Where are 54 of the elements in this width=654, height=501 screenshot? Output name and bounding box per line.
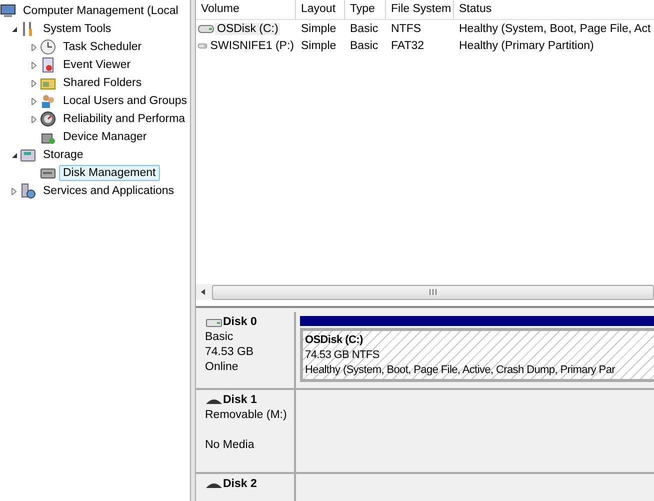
tree-item[interactable]: Shared Folders bbox=[59, 75, 146, 91]
tree-item[interactable]: Event Viewer bbox=[59, 57, 135, 73]
partition-status: Healthy (System, Boot, Page File, Active, Crash Dump, Primary Par bbox=[305, 363, 616, 378]
tree-item[interactable]: Local Users and Groups bbox=[59, 93, 190, 109]
table-cell: Basic bbox=[350, 22, 378, 34]
expanded-arrow-icon[interactable] bbox=[10, 152, 18, 158]
disk-type: Basic bbox=[205, 330, 234, 345]
collapsed-arrow-icon[interactable] bbox=[10, 188, 18, 194]
tree-item[interactable]: Computer Management (Local bbox=[19, 3, 182, 19]
collapsed-arrow-icon[interactable] bbox=[30, 98, 38, 104]
tree-item[interactable]: System Tools bbox=[39, 21, 116, 37]
disk-status: No Media bbox=[205, 438, 256, 453]
disk-name: Disk 1 bbox=[223, 393, 257, 408]
volume-icon bbox=[198, 40, 208, 50]
tree-item[interactable]: Task Scheduler bbox=[59, 39, 146, 55]
disk-name: Disk 2 bbox=[223, 477, 257, 492]
partition-name: OSDisk (C:) bbox=[305, 333, 364, 348]
table-cell: NTFS bbox=[391, 22, 422, 34]
table-cell[interactable]: SWISNIFE1 (P:) bbox=[208, 40, 296, 52]
table-cell: Simple bbox=[301, 40, 336, 52]
collapsed-arrow-icon[interactable] bbox=[30, 116, 38, 122]
table-cell: Healthy (System, Boot, Page File, Act bbox=[459, 22, 651, 34]
column-header[interactable]: Status bbox=[454, 0, 654, 19]
tree-item[interactable]: Services and Applications bbox=[39, 183, 178, 199]
table-cell[interactable]: OSDisk (C:) bbox=[215, 22, 280, 34]
tree-item[interactable]: Disk Management bbox=[59, 165, 160, 181]
table-cell: FAT32 bbox=[391, 40, 424, 52]
computer-icon bbox=[0, 3, 16, 19]
users-icon bbox=[40, 93, 56, 109]
expanded-arrow-icon[interactable] bbox=[10, 26, 18, 32]
collapsed-arrow-icon[interactable] bbox=[30, 80, 38, 86]
partition-size: 74.53 GB NTFS bbox=[305, 348, 380, 363]
table-cell: Basic bbox=[350, 40, 378, 52]
tree-item[interactable]: Device Manager bbox=[59, 129, 151, 145]
table-cell: Simple bbox=[301, 22, 336, 34]
column-header[interactable]: Type bbox=[345, 0, 386, 19]
clock-icon bbox=[40, 39, 56, 55]
disk-name: Disk 0 bbox=[223, 315, 257, 330]
partition-block[interactable]: OSDisk (C:) 74.53 GB NTFS Healthy (System, Boot, Page File, Active, Crash Dump, Primary Par bbox=[300, 328, 654, 382]
tree-item[interactable]: Reliability and Performa bbox=[59, 111, 190, 127]
disk-type: Removable (M:) bbox=[205, 408, 288, 423]
column-header[interactable]: File System bbox=[386, 0, 454, 19]
tree-item[interactable]: Storage bbox=[39, 147, 88, 163]
disk-size: 74.53 GB bbox=[205, 345, 255, 360]
collapsed-arrow-icon[interactable] bbox=[30, 62, 38, 68]
column-header[interactable]: Layout bbox=[296, 0, 345, 19]
grip-icon bbox=[429, 289, 437, 295]
column-header[interactable]: Volume bbox=[196, 0, 296, 19]
storage-icon bbox=[20, 147, 36, 163]
table-cell: Healthy (Primary Partition) bbox=[459, 40, 594, 52]
volume-icon bbox=[198, 24, 214, 34]
disk-status: Online bbox=[205, 360, 240, 375]
collapsed-arrow-icon[interactable] bbox=[30, 44, 38, 50]
gauge-icon bbox=[40, 111, 56, 127]
